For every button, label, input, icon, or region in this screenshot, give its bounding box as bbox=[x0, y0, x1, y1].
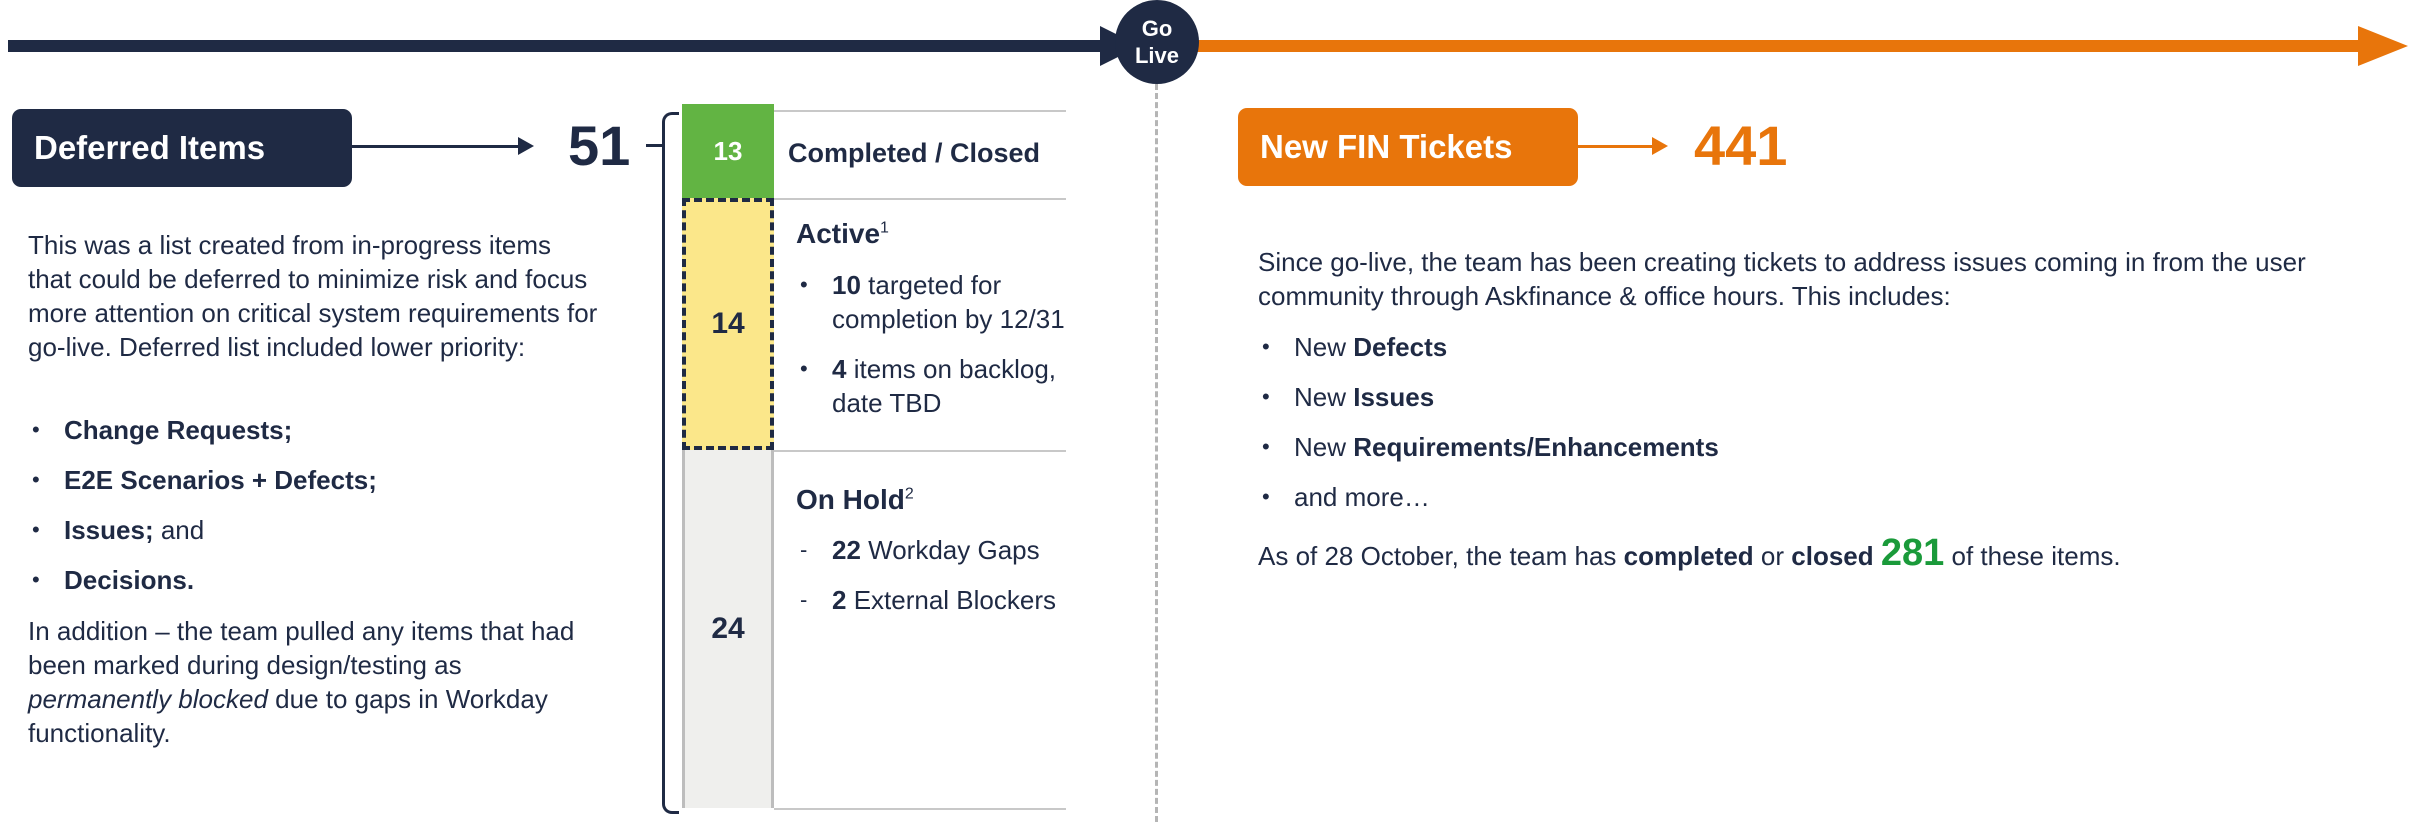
fin-intro: Since go-live, the team has been creatin… bbox=[1258, 247, 2306, 311]
breakdown-bracket bbox=[662, 112, 679, 814]
fin-arrow-icon bbox=[1652, 137, 1668, 155]
completed-count-block: 13 bbox=[682, 104, 774, 198]
fin-count: 441 bbox=[1694, 114, 1788, 177]
on-hold-list: -22 Workday Gaps -2 External Blockers bbox=[796, 533, 1086, 633]
deferred-bullet-list: • Change Requests; • E2E Scenarios + Defec… bbox=[28, 413, 598, 613]
list-item: • New Requirements/Enhancements bbox=[1262, 432, 1719, 462]
list-item: • New Defects bbox=[1262, 332, 1448, 362]
deferred-count: 51 bbox=[568, 114, 631, 177]
list-item: -22 Workday Gaps bbox=[800, 535, 1040, 565]
row-divider bbox=[774, 808, 1066, 810]
golive-divider bbox=[1155, 84, 1158, 822]
active-count-block: 14 bbox=[682, 198, 774, 450]
list-item: • 10 targeted for completion by 12/31 bbox=[800, 270, 1065, 334]
row-divider bbox=[774, 110, 1066, 112]
active-list: • 10 targeted for completion by 12/31 • 4 … bbox=[796, 268, 1076, 436]
deferred-arrow-icon bbox=[518, 137, 534, 155]
deferred-intro: This was a list created from in-progress… bbox=[28, 230, 598, 362]
timeline-post-golive-line bbox=[1190, 40, 2360, 52]
row-divider bbox=[774, 198, 1066, 200]
active-title: Active1 bbox=[796, 218, 889, 249]
list-item: • 4 items on backlog, date TBD bbox=[800, 354, 1057, 418]
list-item: -2 External Blockers bbox=[800, 585, 1056, 615]
list-item: • New Issues bbox=[1262, 382, 1435, 412]
completed-label: Completed / Closed bbox=[788, 138, 1041, 168]
list-item: • Issues; and bbox=[32, 515, 205, 545]
deferred-addition: In addition – the team pulled any items … bbox=[28, 616, 575, 748]
deferred-connector-line bbox=[352, 145, 524, 148]
fin-tickets-title: New FIN Tickets bbox=[1238, 108, 1578, 186]
golive-label-line2: Live bbox=[1134, 43, 1180, 68]
golive-label-line1: Go bbox=[1141, 16, 1173, 41]
list-item: • E2E Scenarios + Defects; bbox=[32, 465, 377, 495]
on-hold-title: On Hold2 bbox=[796, 484, 914, 515]
list-item: • Change Requests; bbox=[32, 415, 293, 445]
on-hold-count-block: 24 bbox=[682, 450, 774, 808]
fin-status: As of 28 October, the team has completed… bbox=[1258, 532, 2121, 574]
list-item: • and more… bbox=[1262, 482, 1430, 512]
fin-completed-count: 281 bbox=[1880, 532, 1945, 574]
deferred-items-title: Deferred Items bbox=[12, 109, 352, 187]
golive-marker: Go Live bbox=[1115, 0, 1199, 84]
timeline-pre-golive-line bbox=[8, 40, 1108, 52]
fin-bullet-list: • New Defects • New Issues • New Requiremen… bbox=[1258, 330, 2158, 530]
fin-connector-line bbox=[1578, 145, 1658, 148]
row-divider bbox=[774, 450, 1066, 452]
timeline-end-arrowhead-icon bbox=[2358, 26, 2408, 66]
list-item: • Decisions. bbox=[32, 565, 195, 595]
